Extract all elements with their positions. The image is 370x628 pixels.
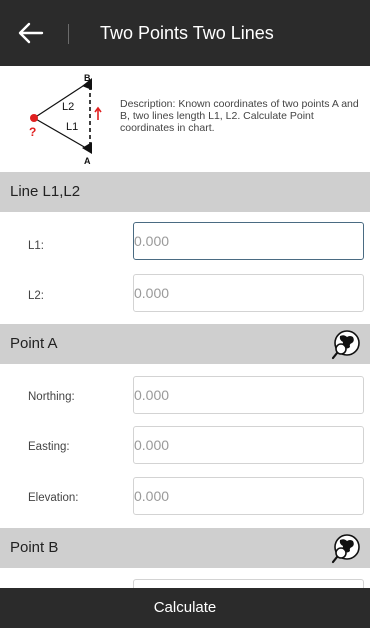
- unknown-point-marker: [30, 114, 38, 122]
- description-text: Description: Known coordinates of two po…: [120, 98, 359, 134]
- app-bar: Two Points Two Lines: [0, 0, 370, 66]
- easting-label: Easting:: [28, 441, 70, 453]
- label-unknown: ?: [29, 125, 36, 139]
- label-a: A: [84, 156, 91, 166]
- back-arrow-icon: [18, 22, 44, 44]
- label-l1: L1: [66, 121, 78, 133]
- label-l2: L2: [62, 101, 74, 113]
- section-point-b-header: Point B: [0, 528, 370, 568]
- point-a-northing-input[interactable]: [133, 376, 364, 414]
- point-a-elevation-input[interactable]: [133, 477, 364, 515]
- elevation-label: Elevation:: [28, 492, 79, 504]
- divider: [68, 24, 69, 44]
- l1-input[interactable]: [133, 222, 364, 260]
- point-a-marker: [82, 142, 92, 154]
- description-panel: B A L2 L1 ? Description: Known coordinat…: [0, 66, 370, 182]
- northing-label: Northing:: [28, 391, 75, 403]
- section-point-a-header: Point A: [0, 324, 370, 364]
- page-title: Two Points Two Lines: [100, 23, 274, 43]
- map-pick-icon[interactable]: [330, 328, 362, 360]
- two-points-two-lines-diagram: B A L2 L1 ?: [29, 73, 102, 166]
- calculate-button[interactable]: Calculate: [0, 588, 370, 628]
- back-button[interactable]: [0, 0, 62, 66]
- l2-input[interactable]: [133, 274, 364, 312]
- l2-label: L2:: [28, 290, 44, 302]
- map-pick-icon[interactable]: [330, 532, 362, 564]
- section-lines-header: Line L1,L2: [0, 172, 370, 212]
- l1-label: L1:: [28, 240, 44, 252]
- section-title: Point A: [10, 335, 58, 352]
- section-title: Point B: [10, 539, 59, 556]
- section-title: Line L1,L2: [10, 183, 81, 200]
- point-a-easting-input[interactable]: [133, 426, 364, 464]
- label-b: B: [84, 73, 91, 83]
